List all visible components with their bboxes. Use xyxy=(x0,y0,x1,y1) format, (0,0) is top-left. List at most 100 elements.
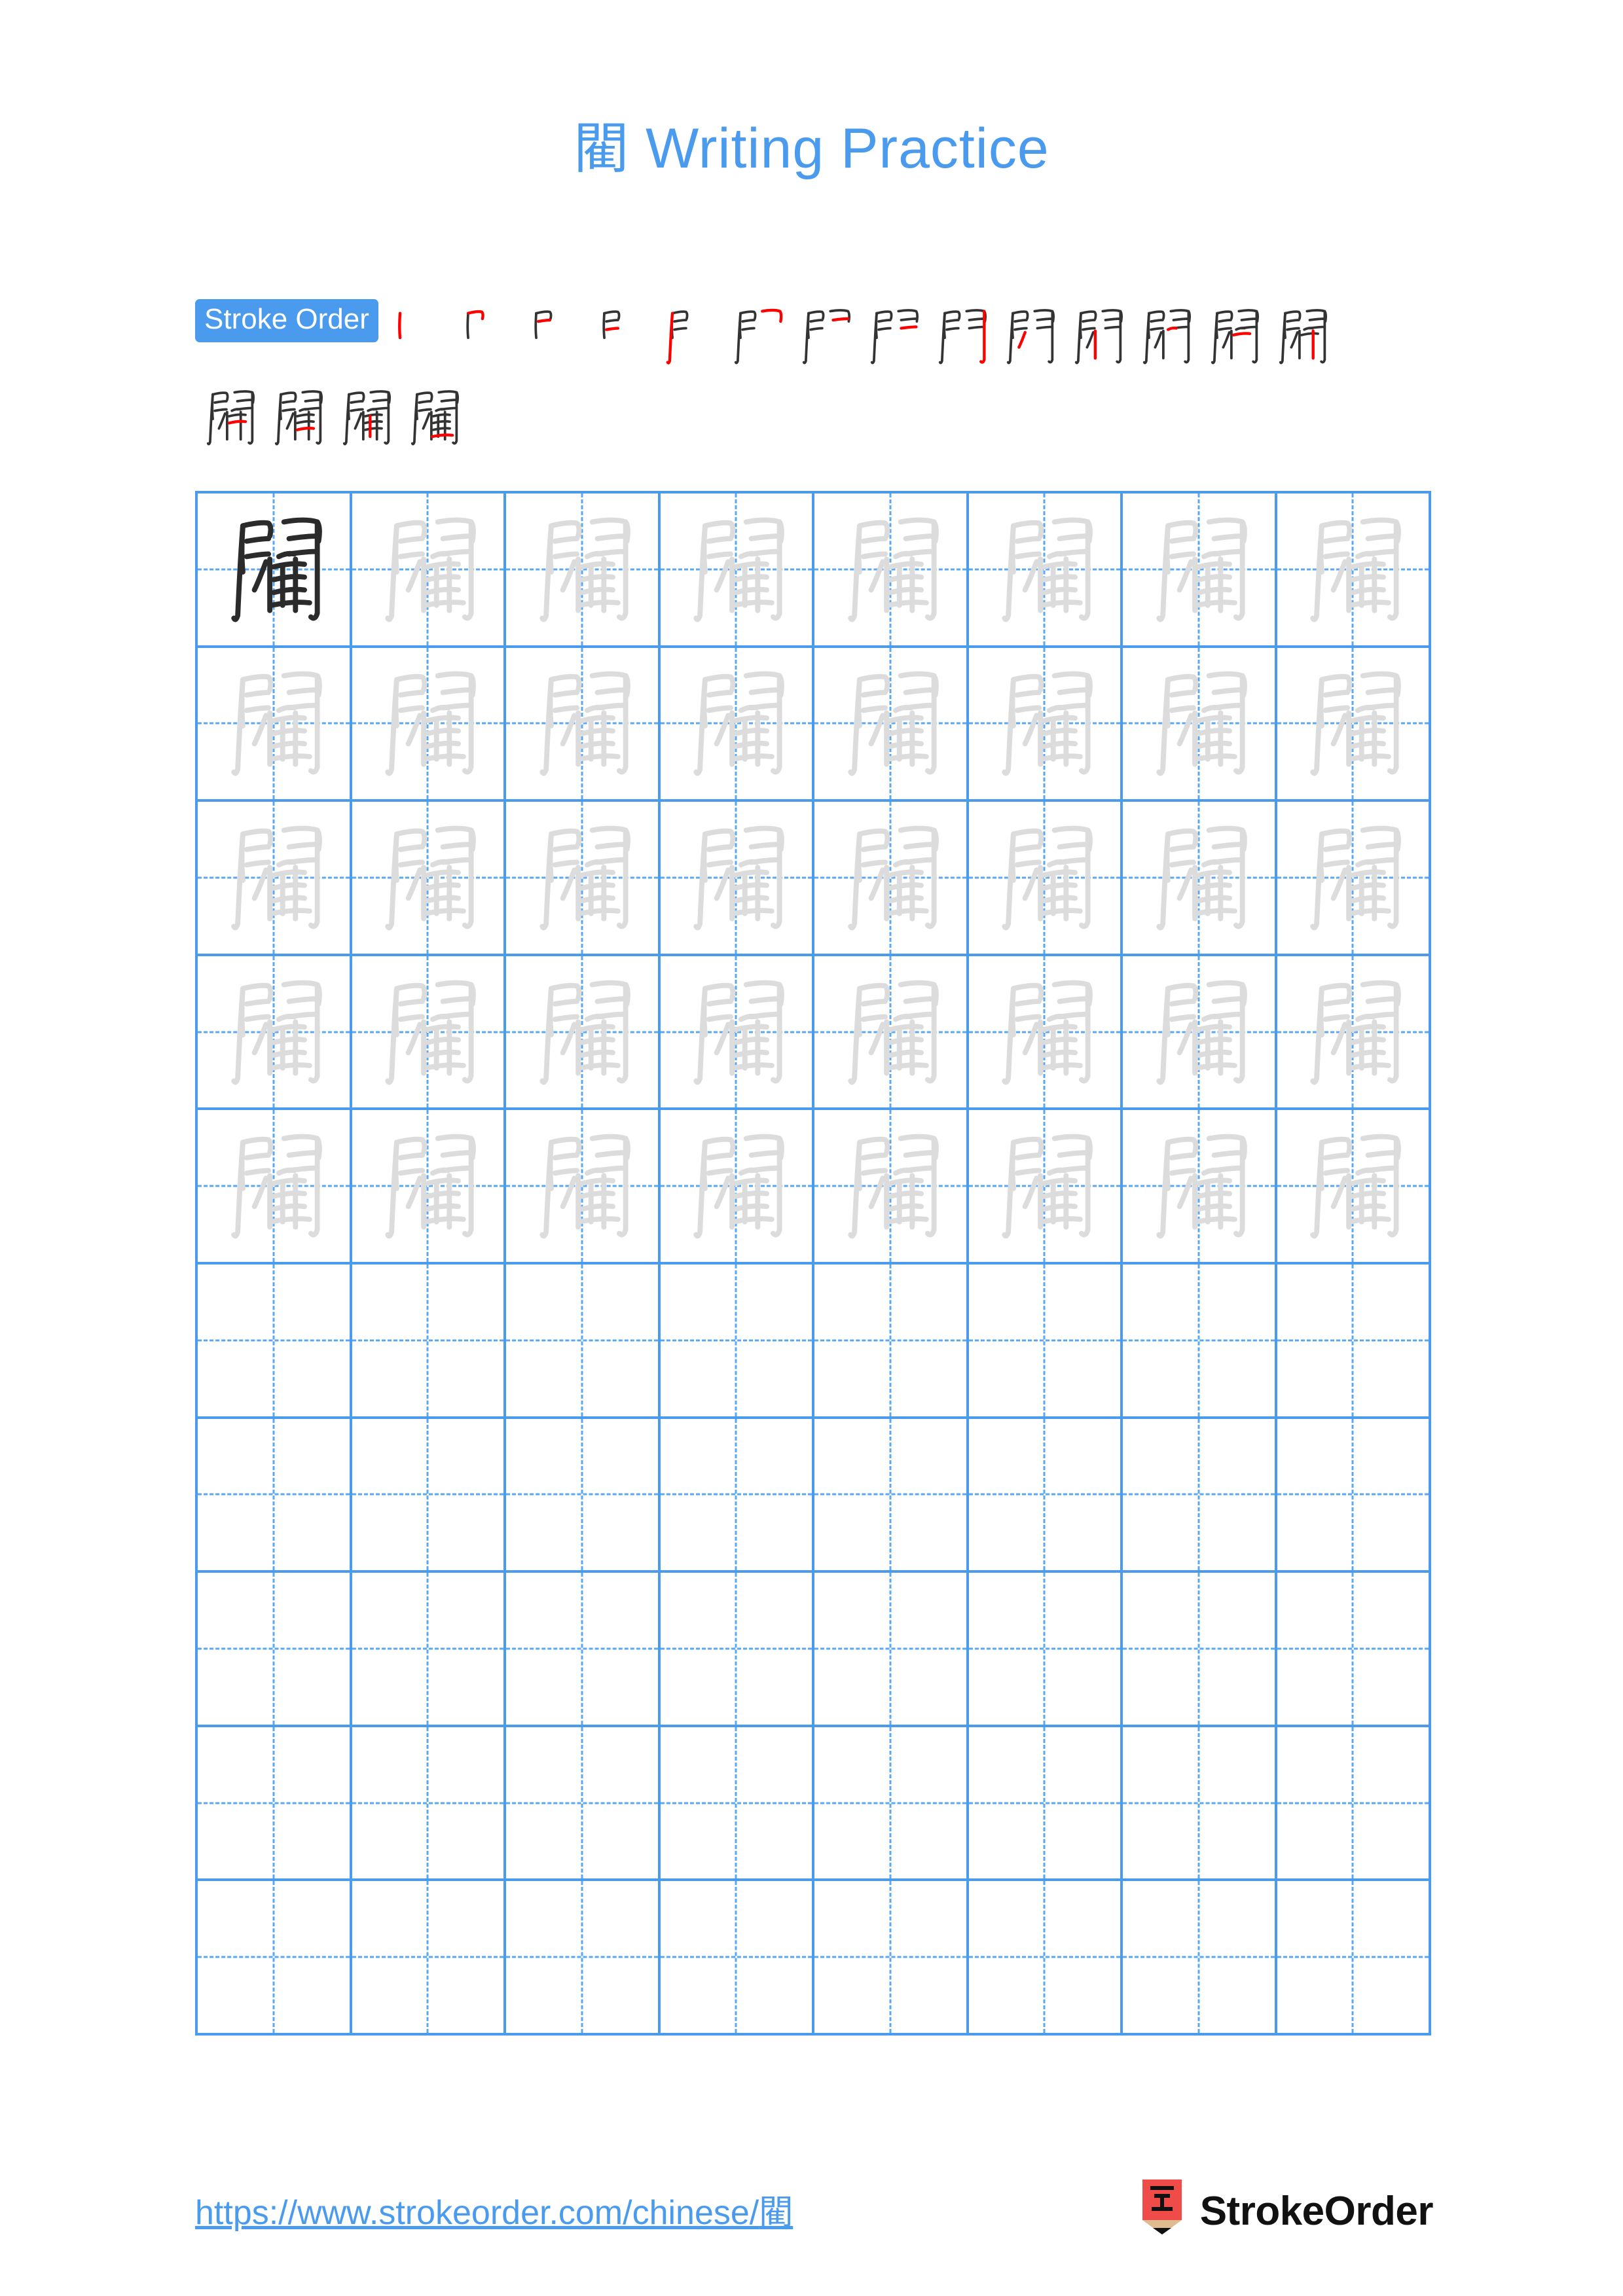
practice-cell-r5-c3[interactable] xyxy=(506,1110,661,1265)
trace-character xyxy=(198,802,350,954)
practice-cell-r4-c8[interactable] xyxy=(1277,956,1431,1111)
practice-cell-r6-c2[interactable] xyxy=(352,1265,506,1419)
practice-cell-r9-c5[interactable] xyxy=(814,1727,969,1882)
practice-cell-r2-c8[interactable] xyxy=(1277,647,1431,802)
practice-cell-r1-c3[interactable] xyxy=(506,493,661,648)
practice-cell-r5-c2[interactable] xyxy=(352,1110,506,1265)
practice-cell-r6-c4[interactable] xyxy=(660,1265,814,1419)
practice-cell-r8-c3[interactable] xyxy=(506,1573,661,1727)
practice-cell-r2-c7[interactable] xyxy=(1123,647,1277,802)
practice-cell-r2-c5[interactable] xyxy=(814,647,969,802)
practice-cell-r1-c1[interactable] xyxy=(198,493,352,648)
practice-cell-r10-c4[interactable] xyxy=(660,1881,814,2036)
practice-cell-r3-c1[interactable] xyxy=(198,802,352,956)
practice-cell-r5-c8[interactable] xyxy=(1277,1110,1431,1265)
practice-cell-r7-c3[interactable] xyxy=(506,1418,661,1573)
practice-cell-r6-c7[interactable] xyxy=(1123,1265,1277,1419)
practice-cell-r2-c2[interactable] xyxy=(352,647,506,802)
practice-cell-r6-c5[interactable] xyxy=(814,1265,969,1419)
practice-cell-r8-c8[interactable] xyxy=(1277,1573,1431,1727)
practice-cell-r9-c6[interactable] xyxy=(968,1727,1123,1882)
practice-cell-r4-c5[interactable] xyxy=(814,956,969,1111)
stroke-step-2 xyxy=(450,298,519,375)
practice-cell-r10-c8[interactable] xyxy=(1277,1881,1431,2036)
practice-cell-r6-c8[interactable] xyxy=(1277,1265,1431,1419)
practice-cell-r6-c6[interactable] xyxy=(968,1265,1123,1419)
stroke-step-9 xyxy=(927,298,995,375)
practice-cell-r7-c2[interactable] xyxy=(352,1418,506,1573)
practice-cell-r7-c8[interactable] xyxy=(1277,1418,1431,1573)
practice-cell-r4-c7[interactable] xyxy=(1123,956,1277,1111)
practice-cell-r7-c5[interactable] xyxy=(814,1418,969,1573)
practice-cell-r3-c2[interactable] xyxy=(352,802,506,956)
practice-cell-r1-c8[interactable] xyxy=(1277,493,1431,648)
practice-cell-r8-c4[interactable] xyxy=(660,1573,814,1727)
practice-cell-r2-c1[interactable] xyxy=(198,647,352,802)
practice-cell-r3-c6[interactable] xyxy=(968,802,1123,956)
practice-cell-r4-c1[interactable] xyxy=(198,956,352,1111)
stroke-step-6 xyxy=(723,298,791,375)
practice-cell-r4-c3[interactable] xyxy=(506,956,661,1111)
practice-cell-r9-c2[interactable] xyxy=(352,1727,506,1882)
stroke-step-5 xyxy=(655,298,723,375)
practice-cell-r9-c3[interactable] xyxy=(506,1727,661,1882)
practice-cell-r2-c6[interactable] xyxy=(968,647,1123,802)
practice-cell-r1-c4[interactable] xyxy=(660,493,814,648)
trace-character xyxy=(814,802,966,954)
practice-cell-r5-c1[interactable] xyxy=(198,1110,352,1265)
trace-character xyxy=(661,956,812,1108)
practice-cell-r1-c6[interactable] xyxy=(968,493,1123,648)
practice-cell-r7-c6[interactable] xyxy=(968,1418,1123,1573)
practice-cell-r10-c1[interactable] xyxy=(198,1881,352,2036)
practice-cell-r9-c7[interactable] xyxy=(1123,1727,1277,1882)
practice-cell-r10-c2[interactable] xyxy=(352,1881,506,2036)
practice-cell-r4-c2[interactable] xyxy=(352,956,506,1111)
practice-cell-r6-c1[interactable] xyxy=(198,1265,352,1419)
practice-cell-r5-c7[interactable] xyxy=(1123,1110,1277,1265)
practice-cell-r3-c5[interactable] xyxy=(814,802,969,956)
practice-cell-r1-c7[interactable] xyxy=(1123,493,1277,648)
trace-character xyxy=(1123,648,1275,800)
practice-cell-r10-c6[interactable] xyxy=(968,1881,1123,2036)
practice-cell-r10-c5[interactable] xyxy=(814,1881,969,2036)
practice-cell-r10-c3[interactable] xyxy=(506,1881,661,2036)
practice-cell-r7-c1[interactable] xyxy=(198,1418,352,1573)
trace-character xyxy=(352,493,504,645)
trace-character xyxy=(969,802,1121,954)
practice-cell-r8-c1[interactable] xyxy=(198,1573,352,1727)
trace-character xyxy=(661,648,812,800)
practice-cell-r3-c7[interactable] xyxy=(1123,802,1277,956)
practice-cell-r2-c3[interactable] xyxy=(506,647,661,802)
practice-cell-r10-c7[interactable] xyxy=(1123,1881,1277,2036)
trace-character xyxy=(1277,1110,1429,1262)
practice-cell-r2-c4[interactable] xyxy=(660,647,814,802)
practice-cell-r7-c7[interactable] xyxy=(1123,1418,1277,1573)
practice-cell-r4-c4[interactable] xyxy=(660,956,814,1111)
practice-cell-r6-c3[interactable] xyxy=(506,1265,661,1419)
practice-cell-r3-c4[interactable] xyxy=(660,802,814,956)
practice-cell-r1-c2[interactable] xyxy=(352,493,506,648)
practice-cell-r9-c8[interactable] xyxy=(1277,1727,1431,1882)
practice-cell-r4-c6[interactable] xyxy=(968,956,1123,1111)
source-url-link[interactable]: https://www.strokeorder.com/chinese/閵 xyxy=(195,2185,793,2234)
trace-character xyxy=(352,956,504,1108)
practice-cell-r7-c4[interactable] xyxy=(660,1418,814,1573)
stroke-step-14 xyxy=(1267,298,1336,375)
practice-cell-r5-c6[interactable] xyxy=(968,1110,1123,1265)
practice-cell-r5-c4[interactable] xyxy=(660,1110,814,1265)
practice-cell-r3-c3[interactable] xyxy=(506,802,661,956)
page-title-text: Writing Practice xyxy=(629,117,1049,180)
trace-character xyxy=(506,493,658,645)
practice-cell-r5-c5[interactable] xyxy=(814,1110,969,1265)
page-title-character: 閵 xyxy=(574,117,630,181)
practice-cell-r8-c5[interactable] xyxy=(814,1573,969,1727)
practice-cell-r9-c4[interactable] xyxy=(660,1727,814,1882)
practice-cell-r1-c5[interactable] xyxy=(814,493,969,648)
practice-cell-r8-c7[interactable] xyxy=(1123,1573,1277,1727)
practice-cell-r8-c6[interactable] xyxy=(968,1573,1123,1727)
practice-cell-r9-c1[interactable] xyxy=(198,1727,352,1882)
stroke-order-badge: Stroke Order xyxy=(195,299,378,342)
trace-character xyxy=(506,956,658,1108)
practice-cell-r3-c8[interactable] xyxy=(1277,802,1431,956)
practice-cell-r8-c2[interactable] xyxy=(352,1573,506,1727)
